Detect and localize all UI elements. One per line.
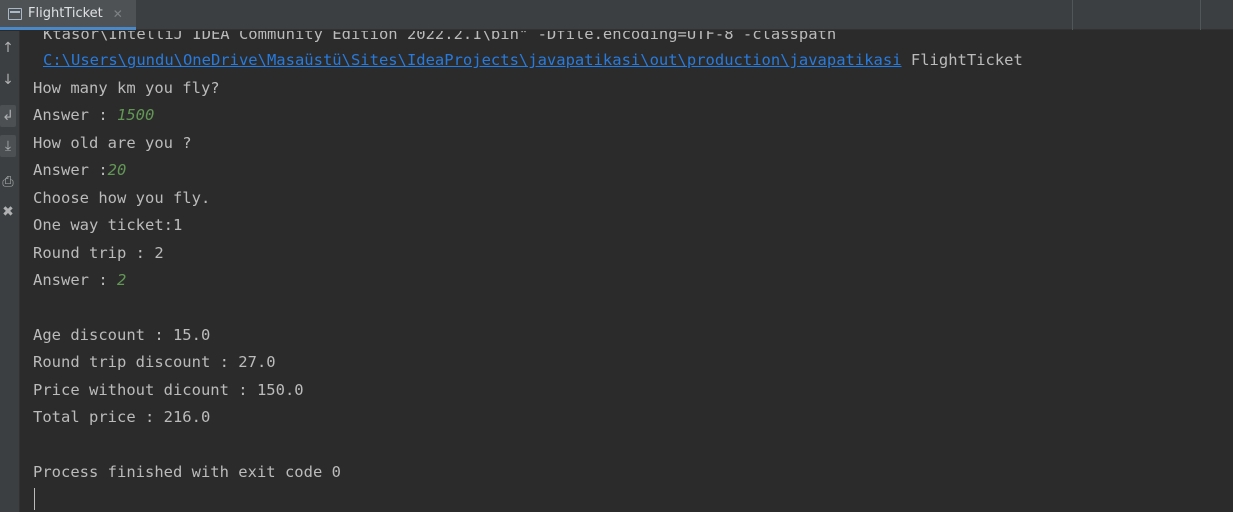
classpath-link[interactable]: C:\Users\gundu\OneDrive\Masaüstü\Sites\I… (43, 51, 902, 69)
tab-label: FlightTicket (28, 6, 103, 21)
answer-prompt: Answer : (33, 161, 108, 179)
user-input: 2 (117, 271, 127, 289)
user-input: 1500 (117, 106, 155, 124)
answer-line: Answer : 2 (33, 270, 126, 290)
output-line: Round trip discount : 27.0 (33, 353, 276, 371)
output-line: One way ticket:1 (33, 216, 183, 234)
main-class: FlightTicket (901, 51, 1023, 69)
output-line: How old are you ? (33, 134, 192, 152)
command-line: Ktasor\IntelliJ IDEA Community Edition 2… (43, 31, 837, 43)
tab-flightticket[interactable]: FlightTicket ✕ (0, 0, 136, 30)
user-input: 20 (107, 161, 127, 179)
process-exit-line: Process finished with exit code 0 (33, 463, 341, 481)
soft-wrap-icon[interactable]: ↲ (0, 105, 16, 127)
toolbar-divider (1072, 0, 1073, 30)
classpath-line: C:\Users\gundu\OneDrive\Masaüstü\Sites\I… (43, 50, 1023, 70)
console-output[interactable]: Ktasor\IntelliJ IDEA Community Edition 2… (21, 31, 1233, 512)
text-caret (34, 488, 35, 510)
output-line: Choose how you fly. (33, 189, 211, 207)
output-line: Age discount : 15.0 (33, 326, 211, 344)
output-line: Total price : 216.0 (33, 408, 211, 426)
console-toolbar: ↑ ↓ ↲ ⤓ ⎙ ✖ (0, 31, 20, 512)
close-icon[interactable]: ✕ (113, 7, 123, 21)
print-icon[interactable]: ⎙ (0, 171, 16, 193)
console-icon (8, 7, 22, 20)
run-console-window: FlightTicket ✕ ↑ ↓ ↲ ⤓ ⎙ ✖ Ktasor\Intell… (0, 0, 1233, 512)
answer-prompt: Answer : (33, 106, 117, 124)
output-line: How many km you fly? (33, 79, 220, 97)
arrow-up-icon[interactable]: ↑ (0, 37, 16, 59)
run-tab-bar: FlightTicket ✕ (0, 0, 1233, 30)
output-line: Price without dicount : 150.0 (33, 381, 304, 399)
answer-line: Answer :20 (33, 160, 126, 180)
toolbar-divider (1200, 0, 1201, 30)
answer-prompt: Answer : (33, 271, 117, 289)
trash-icon[interactable]: ✖ (0, 201, 16, 223)
scroll-to-end-icon[interactable]: ⤓ (0, 135, 16, 157)
output-line: Round trip : 2 (33, 244, 164, 262)
arrow-down-icon[interactable]: ↓ (0, 69, 16, 91)
answer-line: Answer : 1500 (33, 105, 154, 125)
